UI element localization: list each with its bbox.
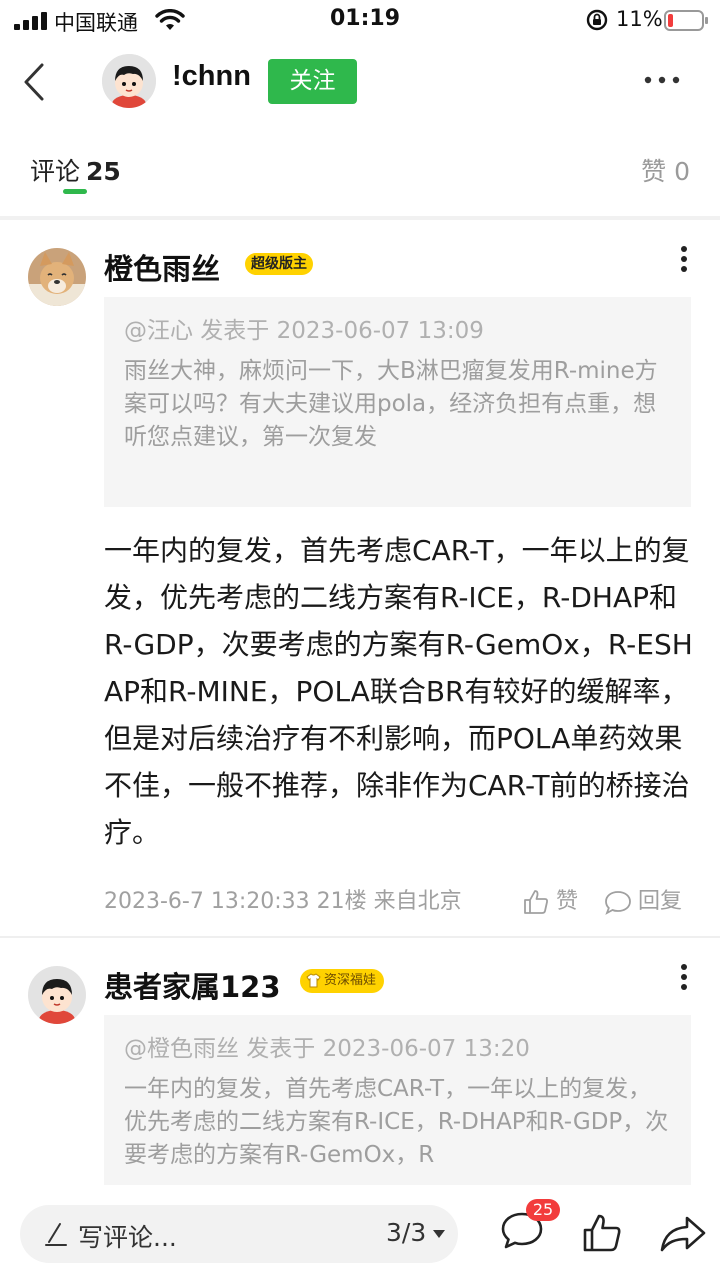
author-avatar[interactable] — [102, 54, 156, 108]
bottom-bar: 写评论... 3/3 25 — [0, 1185, 720, 1280]
wifi-icon — [155, 9, 185, 30]
tab-bar: 评论 25 赞 0 — [0, 140, 720, 198]
cartoon-avatar-icon — [102, 54, 156, 108]
quoted-comment[interactable]: @汪心 发表于 2023-06-07 13:09 雨丝大神，麻烦问一下，大B淋巴… — [104, 297, 691, 507]
comment-more-icon[interactable] — [680, 245, 688, 273]
top-nav: !chnn 关注 — [0, 44, 720, 120]
back-arrow-icon[interactable] — [20, 62, 48, 102]
quote-header: @橙色雨丝 发表于 2023-06-07 13:20 — [124, 1036, 530, 1062]
author-name[interactable]: !chnn — [172, 60, 251, 93]
user-rank-badge: 超级版主 — [245, 253, 313, 275]
quote-text: 雨丝大神，麻烦问一下，大B淋巴瘤复发用R-mine方案可以吗？有大夫建议用pol… — [124, 358, 658, 450]
tab-comments[interactable]: 评论 25 — [30, 152, 121, 188]
comment-input-placeholder: 写评论... — [78, 1223, 177, 1252]
more-options-icon[interactable] — [644, 75, 680, 85]
share-arrow-icon[interactable] — [660, 1215, 706, 1253]
like-button[interactable]: 赞 — [522, 883, 578, 916]
tab-likes[interactable]: 赞 0 — [641, 152, 690, 188]
signal-icon — [14, 12, 47, 30]
commenter-name[interactable]: 橙色雨丝 — [104, 246, 220, 288]
reply-button[interactable]: 回复 — [604, 883, 682, 916]
thumbs-up-icon — [524, 890, 548, 914]
tab-comments-count: 25 — [86, 157, 121, 186]
comment-meta: 2023-6-7 13:20:33 21楼 来自北京 — [104, 889, 462, 914]
reply-label: 回复 — [638, 889, 683, 914]
thumbs-up-icon[interactable] — [582, 1213, 622, 1253]
carrier-label: 中国联通 — [54, 11, 138, 35]
like-label: 赞 — [556, 889, 579, 914]
battery-percent: 11% — [616, 7, 663, 31]
clock-time: 01:19 — [330, 6, 401, 31]
status-bar: 中国联通 01:19 11% — [0, 0, 720, 40]
divider — [0, 936, 720, 938]
page-indicator[interactable]: 3/3 — [386, 1218, 426, 1247]
rotation-lock-icon — [586, 9, 608, 31]
reply-bubble-icon — [605, 891, 631, 915]
caret-down-icon[interactable] — [433, 1230, 445, 1238]
comment-text: 一年内的复发，首先考虑CAR-T，一年以上的复发，优先考虑的二线方案有R-ICE… — [104, 534, 693, 849]
shirt-icon — [306, 973, 321, 988]
commenter-avatar[interactable] — [28, 248, 86, 306]
commenter-name[interactable]: 患者家属123 — [104, 964, 281, 1006]
quoted-comment[interactable]: @橙色雨丝 发表于 2023-06-07 13:20 一年内的复发，首先考虑CA… — [104, 1015, 691, 1185]
commenter-avatar[interactable] — [28, 966, 86, 1024]
badge-label: 资深福娃 — [324, 973, 377, 988]
battery-icon — [664, 10, 708, 31]
quote-text: 一年内的复发，首先考虑CAR-T，一年以上的复发，优先考虑的二线方案有R-ICE… — [124, 1076, 669, 1168]
cartoon-avatar-icon — [28, 966, 86, 1024]
tab-comments-label: 评论 — [30, 157, 81, 186]
user-rank-badge: 资深福娃 — [300, 969, 385, 993]
divider — [0, 216, 720, 220]
comments-count-badge: 25 — [526, 1199, 560, 1221]
dog-avatar-icon — [28, 248, 86, 306]
comment-input[interactable]: 写评论... 3/3 — [20, 1205, 458, 1263]
comment-more-icon[interactable] — [680, 963, 688, 991]
follow-button[interactable]: 关注 — [268, 59, 357, 104]
quote-header: @汪心 发表于 2023-06-07 13:09 — [124, 318, 484, 344]
tab-active-indicator — [63, 189, 87, 194]
pen-icon — [45, 1223, 67, 1246]
